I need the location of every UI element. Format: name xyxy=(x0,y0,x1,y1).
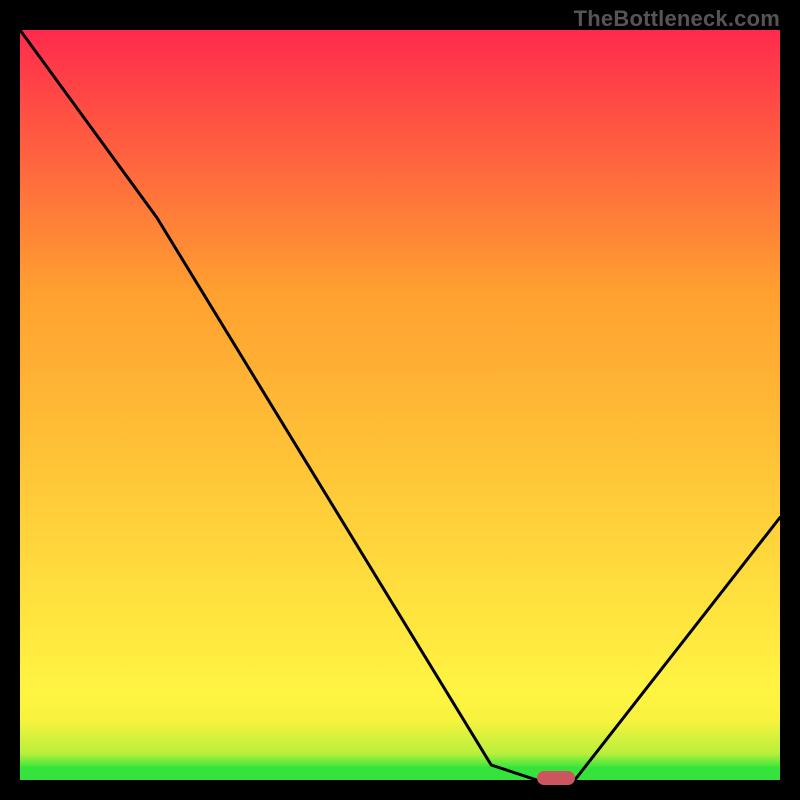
watermark-text: TheBottleneck.com xyxy=(574,6,780,32)
bottleneck-curve xyxy=(20,30,780,780)
optimal-marker xyxy=(537,771,575,785)
chart-container: TheBottleneck.com xyxy=(0,0,800,800)
curve-svg xyxy=(20,30,780,780)
